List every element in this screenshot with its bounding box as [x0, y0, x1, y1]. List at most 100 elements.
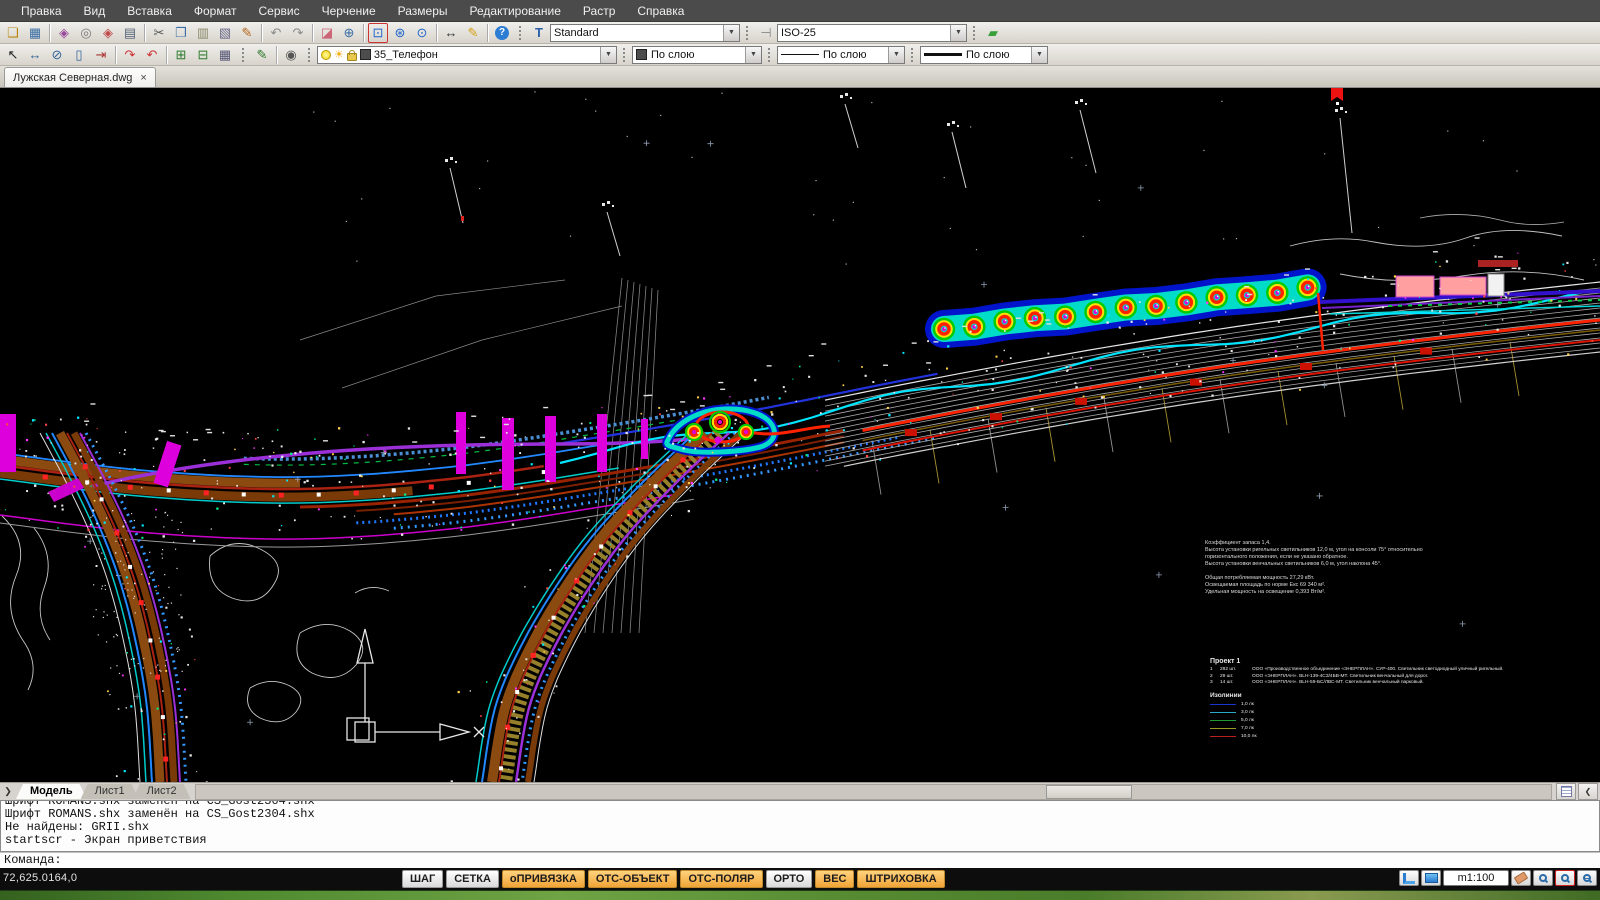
dim-style-combo[interactable]: ISO-25 ▼	[777, 24, 967, 42]
toolbar-drag-handle[interactable]	[911, 48, 916, 62]
layout-tab-0[interactable]: Модель	[16, 784, 87, 799]
toolbar-drag-handle[interactable]	[308, 48, 313, 62]
status-toggle-2[interactable]: оПРИВЯЗКА	[502, 870, 585, 888]
save-icon[interactable]: ▦	[25, 23, 45, 43]
copy-icon[interactable]: ❐	[171, 23, 191, 43]
status-toggle-4[interactable]: ОТС-ПОЛЯР	[680, 870, 762, 888]
command-input[interactable]: Команда:	[0, 852, 1600, 868]
layout-tab-1[interactable]: Лист1	[81, 784, 139, 799]
help-icon[interactable]: ?	[492, 23, 512, 43]
layer-lock-icon[interactable]	[347, 53, 357, 61]
palette-icon[interactable]: ▰	[983, 23, 1003, 43]
layer-freeze-icon[interactable]: ☀	[334, 50, 344, 60]
menu-0[interactable]: Правка	[10, 0, 73, 22]
menu-1[interactable]: Вид	[73, 0, 117, 22]
scale-field[interactable]: m1:100	[1443, 870, 1509, 886]
menu-6[interactable]: Размеры	[387, 0, 459, 22]
status-toggle-3[interactable]: ОТС-ОБЪЕКТ	[588, 870, 678, 888]
pan-icon[interactable]: ⊕	[339, 23, 359, 43]
notes-edit-icon[interactable]: ✎	[252, 45, 272, 65]
menu-4[interactable]: Сервис	[248, 0, 311, 22]
plot-stamp-icon[interactable]: ◈	[54, 23, 74, 43]
new-icon[interactable]: ❏	[3, 23, 23, 43]
toolbar-drag-handle[interactable]	[973, 26, 978, 40]
arc-edit-icon[interactable]: ↷	[120, 45, 140, 65]
scroll-left-button[interactable]: ❮	[1578, 783, 1598, 800]
measure-icon[interactable]: ↔	[25, 45, 45, 65]
quick-dimension-icon[interactable]: ✎	[463, 23, 483, 43]
layer-on-icon[interactable]	[321, 50, 331, 60]
dim-style-icon[interactable]: ⊣	[756, 23, 776, 43]
toolbar-drag-handle[interactable]	[519, 26, 524, 40]
ucs-toggle-button[interactable]	[1399, 870, 1419, 886]
isoline-legend-row: 10,0 лк	[1210, 733, 1504, 741]
pan-button[interactable]	[1511, 870, 1531, 886]
zoom-in-button[interactable]	[1533, 870, 1553, 886]
menu-2[interactable]: Вставка	[116, 0, 183, 22]
plot-settings-icon[interactable]: ◈	[98, 23, 118, 43]
measure-distance-icon[interactable]: ↔	[441, 23, 461, 43]
zoom-window-icon[interactable]: ⊡	[368, 23, 388, 43]
undo-icon[interactable]: ↶	[266, 23, 286, 43]
status-toggle-5[interactable]: ОРТО	[766, 870, 813, 888]
paste-icon[interactable]: ▥	[193, 23, 213, 43]
scrollbar-thumb[interactable]	[1046, 785, 1132, 799]
zoom-window-button[interactable]	[1555, 870, 1575, 886]
chevron-down-icon[interactable]: ▼	[723, 25, 739, 41]
select-arrow-icon[interactable]: ↖	[3, 45, 23, 65]
viewport-icon[interactable]: ▯	[69, 45, 89, 65]
menu-7[interactable]: Редактирование	[459, 0, 572, 22]
layout-tabs-scroll-icon[interactable]: ❯	[0, 786, 16, 797]
arc-edit2-icon[interactable]: ↶	[142, 45, 162, 65]
toolbar-drag-handle[interactable]	[768, 48, 773, 62]
toolbar-separator	[166, 46, 167, 64]
print-icon[interactable]: ▤	[120, 23, 140, 43]
cut-icon[interactable]: ✂	[149, 23, 169, 43]
redo-icon[interactable]: ↷	[288, 23, 308, 43]
drawing-canvas[interactable]: Коэффициент запаса 1,4.Высота установки …	[0, 88, 1600, 782]
menu-9[interactable]: Справка	[626, 0, 695, 22]
table-export-icon[interactable]: ⊟	[193, 45, 213, 65]
text-style-icon[interactable]: T	[529, 23, 549, 43]
horizontal-scrollbar[interactable]	[195, 784, 1552, 800]
menu-5[interactable]: Черчение	[311, 0, 387, 22]
table-icon[interactable]: ▦	[215, 45, 235, 65]
linetype-combo[interactable]: По слою ▼	[777, 46, 905, 64]
display-mode-button[interactable]	[1421, 870, 1441, 886]
toolbar-drag-handle[interactable]	[746, 26, 751, 40]
status-toggle-0[interactable]: ШАГ	[402, 870, 443, 888]
toolbar-separator	[49, 24, 50, 42]
zoom-dynamic-icon[interactable]: ⊛	[390, 23, 410, 43]
print-preview-icon[interactable]: ◎	[76, 23, 96, 43]
lineweight-combo[interactable]: По слою ▼	[920, 46, 1048, 64]
chevron-down-icon[interactable]: ▼	[600, 47, 616, 63]
pages-button[interactable]	[1556, 783, 1576, 800]
table-import-icon[interactable]: ⊞	[171, 45, 191, 65]
status-toggle-1[interactable]: СЕТКА	[446, 870, 499, 888]
close-icon[interactable]: ×	[140, 72, 146, 84]
zoom-out-button[interactable]	[1577, 870, 1597, 886]
find-icon[interactable]: ◉	[281, 45, 301, 65]
toolbar-drag-handle[interactable]	[623, 48, 628, 62]
color-combo[interactable]: По слою ▼	[632, 46, 762, 64]
menu-3[interactable]: Формат	[183, 0, 248, 22]
zoom-previous-icon[interactable]: ⊙	[412, 23, 432, 43]
command-history[interactable]: Шрифт ROMANS.shx заменён на CS_Gost2304.…	[0, 800, 1600, 852]
offset-icon[interactable]: ⊘	[47, 45, 67, 65]
chevron-down-icon[interactable]: ▼	[950, 25, 966, 41]
erase-icon[interactable]: ◪	[317, 23, 337, 43]
format-painter-icon[interactable]: ✎	[237, 23, 257, 43]
layer-combo[interactable]: ☀ 35_Телефон ▼	[317, 46, 617, 64]
text-style-combo[interactable]: Standard ▼	[550, 24, 740, 42]
status-toggle-6[interactable]: ВЕС	[815, 870, 854, 888]
move-point-icon[interactable]: ⇥	[91, 45, 111, 65]
chevron-down-icon[interactable]: ▼	[1031, 47, 1047, 63]
chevron-down-icon[interactable]: ▼	[745, 47, 761, 63]
chevron-down-icon[interactable]: ▼	[888, 47, 904, 63]
document-tab[interactable]: Лужская Северная.dwg ×	[4, 67, 156, 87]
menu-8[interactable]: Растр	[572, 0, 626, 22]
paste-special-icon[interactable]: ▧	[215, 23, 235, 43]
toolbar-drag-handle[interactable]	[242, 48, 247, 62]
status-toggle-7[interactable]: ШТРИХОВКА	[857, 870, 944, 888]
layout-tab-2[interactable]: Лист2	[133, 784, 191, 799]
